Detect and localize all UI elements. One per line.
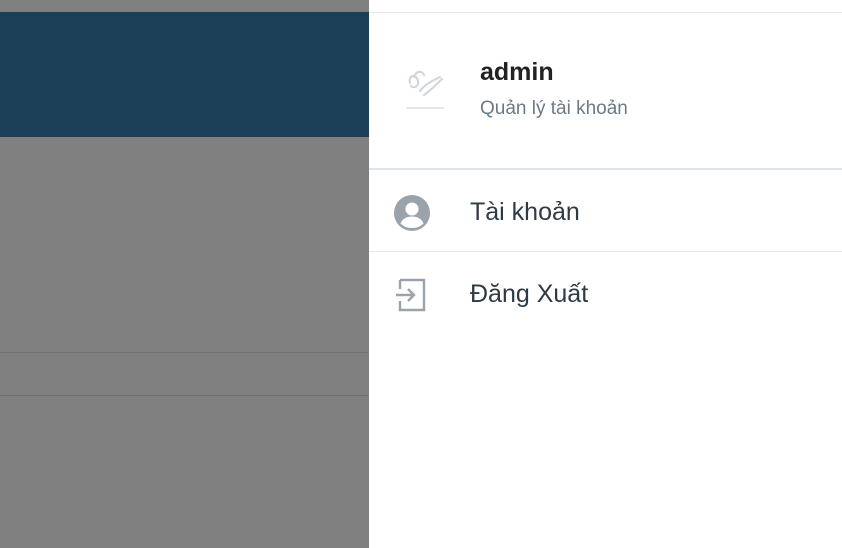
profile-divider	[369, 168, 842, 170]
user-menu-panel: admin Quản lý tài khoản Tài khoản Đăng X…	[369, 0, 842, 548]
background-divider	[0, 395, 369, 396]
menu-item-account[interactable]: Tài khoản	[369, 171, 842, 251]
avatar-logo-icon	[406, 70, 444, 109]
menu-item-label: Đăng Xuất	[470, 280, 589, 308]
username: admin	[480, 58, 554, 86]
profile-header: admin Quản lý tài khoản	[369, 13, 842, 168]
user-circle-icon	[393, 194, 431, 232]
dimmed-background-overlay[interactable]	[0, 0, 369, 548]
menu-item-label: Tài khoản	[470, 198, 580, 226]
menu-item-logout[interactable]: Đăng Xuất	[369, 253, 842, 333]
background-header-bar	[0, 12, 369, 137]
avatar	[394, 55, 456, 117]
background-divider	[0, 352, 369, 353]
app-screen: admin Quản lý tài khoản Tài khoản Đăng X…	[0, 0, 842, 548]
menu-divider	[369, 251, 842, 252]
sign-out-icon	[393, 276, 431, 314]
profile-subtitle: Quản lý tài khoản	[480, 98, 628, 119]
